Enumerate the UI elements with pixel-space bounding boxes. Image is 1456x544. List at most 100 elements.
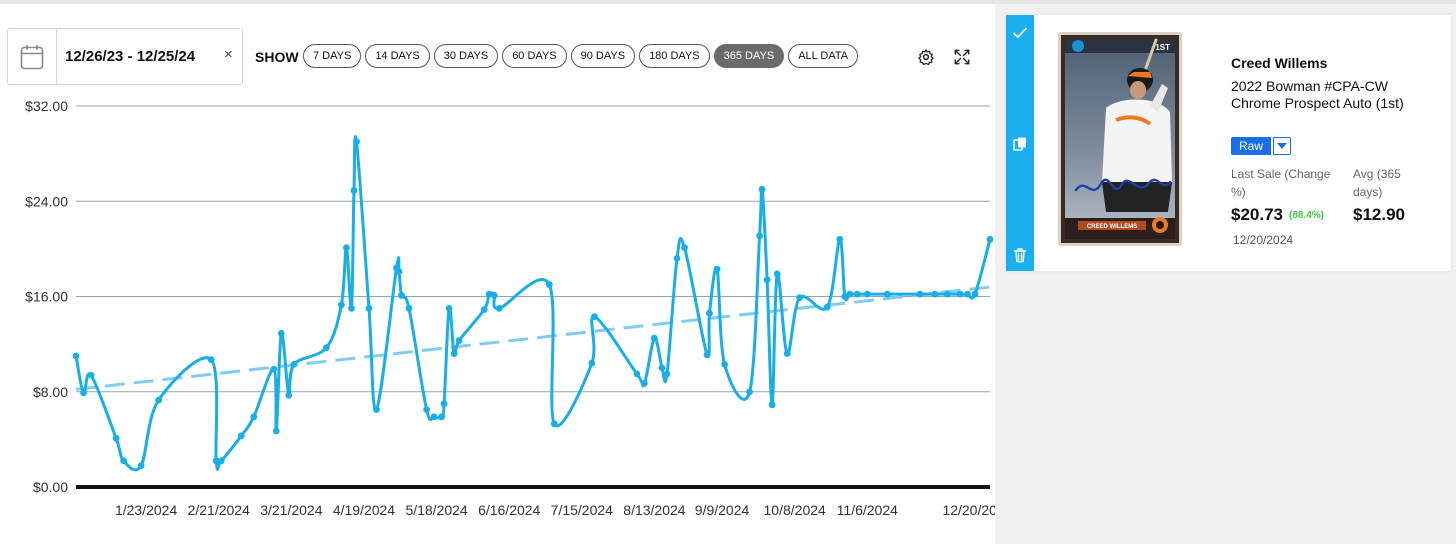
sale-point[interactable]	[658, 364, 666, 372]
sale-point[interactable]	[365, 305, 373, 312]
x-tick-label: 12/20/2024	[942, 502, 995, 518]
sale-point[interactable]	[430, 413, 438, 421]
sale-point[interactable]	[440, 400, 448, 408]
sale-point[interactable]	[285, 391, 293, 399]
sale-point[interactable]	[237, 432, 245, 440]
sale-point[interactable]	[713, 265, 721, 273]
sale-point[interactable]	[863, 290, 871, 298]
x-tick-label: 8/13/2024	[623, 502, 685, 518]
sale-point[interactable]	[350, 187, 358, 194]
last-sale-label: Last Sale (Change %)	[1231, 167, 1331, 199]
change-percent: (88.4%)	[1289, 210, 1325, 221]
sale-point[interactable]	[250, 413, 258, 421]
sale-point[interactable]	[783, 350, 791, 357]
sale-point[interactable]	[746, 388, 753, 396]
last-sale-date: 12/20/2024	[1233, 233, 1294, 247]
sale-point[interactable]	[836, 235, 844, 243]
sale-point[interactable]	[971, 290, 979, 298]
price-chart: $0.00 $8.00 $16.00 $24.00 $32.00 1/23/2024 2/…	[25, 98, 995, 518]
sale-point[interactable]	[480, 306, 488, 313]
sale-point[interactable]	[823, 303, 831, 311]
sale-point[interactable]	[373, 406, 380, 413]
sale-point[interactable]	[155, 396, 163, 404]
sale-point[interactable]	[956, 290, 964, 298]
sale-point[interactable]	[591, 313, 598, 321]
avg-price: $12.90	[1353, 205, 1405, 224]
x-tick-label: 2/21/2024	[188, 502, 250, 518]
sale-point[interactable]	[272, 427, 280, 435]
sale-point[interactable]	[343, 244, 350, 252]
trash-icon[interactable]	[1012, 247, 1028, 263]
sale-point[interactable]	[323, 344, 330, 352]
grade-selector[interactable]: Raw	[1231, 137, 1291, 155]
card-title: 2022 Bowman #CPA-CW Chrome Prospect Auto…	[1231, 78, 1404, 111]
sale-point[interactable]	[545, 281, 553, 288]
sale-point[interactable]	[758, 185, 766, 193]
sale-point[interactable]	[706, 309, 713, 317]
sale-point[interactable]	[405, 305, 413, 312]
sale-point[interactable]	[681, 244, 688, 252]
sale-point[interactable]	[588, 359, 596, 367]
sale-point[interactable]	[87, 371, 95, 379]
sale-point[interactable]	[112, 434, 120, 442]
sale-point[interactable]	[450, 350, 458, 357]
sale-point[interactable]	[495, 305, 503, 312]
sale-point[interactable]	[651, 334, 658, 342]
sale-point[interactable]	[490, 291, 498, 299]
baseball-card-icon: 1ST CREED WILLEMS	[1058, 32, 1182, 246]
sale-point[interactable]	[137, 462, 145, 469]
grade-dropdown-button[interactable]	[1273, 137, 1291, 155]
card-image[interactable]: 1ST CREED WILLEMS	[1058, 32, 1182, 246]
chart-panel: 12/26/23 - 12/25/24 × SHOW 7 DAYS 14 DAY…	[0, 4, 995, 544]
y-tick-label: $24.00	[25, 193, 68, 209]
sale-point[interactable]	[763, 276, 771, 284]
sale-point[interactable]	[217, 457, 225, 465]
sale-point[interactable]	[398, 291, 405, 299]
check-icon[interactable]	[1012, 25, 1028, 41]
sale-point[interactable]	[673, 255, 681, 262]
sale-point[interactable]	[964, 290, 971, 298]
x-tick-label: 5/18/2024	[405, 502, 467, 518]
sale-point[interactable]	[353, 138, 360, 146]
sale-point[interactable]	[796, 294, 804, 302]
sale-point[interactable]	[721, 361, 728, 368]
sale-point[interactable]	[703, 351, 711, 359]
sale-point[interactable]	[207, 356, 215, 363]
sale-point[interactable]	[338, 301, 345, 309]
x-tick-label: 9/9/2024	[695, 502, 750, 518]
sale-point[interactable]	[641, 380, 648, 387]
copy-icon[interactable]	[1012, 136, 1028, 152]
sale-point[interactable]	[277, 330, 285, 337]
sale-point[interactable]	[395, 268, 403, 275]
sale-point[interactable]	[438, 413, 445, 421]
sale-point[interactable]	[663, 370, 671, 378]
sale-point[interactable]	[846, 290, 854, 298]
y-tick-label: $0.00	[33, 479, 68, 495]
sale-point[interactable]	[270, 365, 278, 373]
sale-point[interactable]	[931, 290, 939, 298]
sale-point[interactable]	[445, 305, 453, 312]
sale-point[interactable]	[348, 305, 355, 312]
sale-point[interactable]	[768, 401, 776, 409]
sale-point[interactable]	[120, 457, 127, 465]
x-tick-label: 4/19/2024	[333, 502, 395, 518]
sale-point[interactable]	[986, 235, 994, 243]
player-name[interactable]: Creed Willems	[1231, 55, 1327, 71]
sale-point[interactable]	[883, 290, 891, 298]
sale-point[interactable]	[72, 352, 80, 360]
trend-line	[75, 285, 991, 391]
x-tick-label: 10/8/2024	[764, 502, 826, 518]
sale-point[interactable]	[773, 270, 781, 278]
sale-point[interactable]	[80, 389, 87, 397]
sale-point[interactable]	[290, 361, 298, 368]
sale-point[interactable]	[944, 290, 951, 298]
sale-point[interactable]	[916, 290, 924, 298]
sale-point[interactable]	[550, 420, 558, 428]
sale-point[interactable]	[853, 290, 861, 298]
svg-text:1ST: 1ST	[1155, 43, 1170, 52]
sale-point[interactable]	[423, 406, 430, 413]
avg-label: Avg (365 days)	[1353, 167, 1401, 199]
sale-point[interactable]	[455, 337, 463, 344]
sale-point[interactable]	[633, 370, 641, 378]
sale-point[interactable]	[756, 232, 763, 240]
